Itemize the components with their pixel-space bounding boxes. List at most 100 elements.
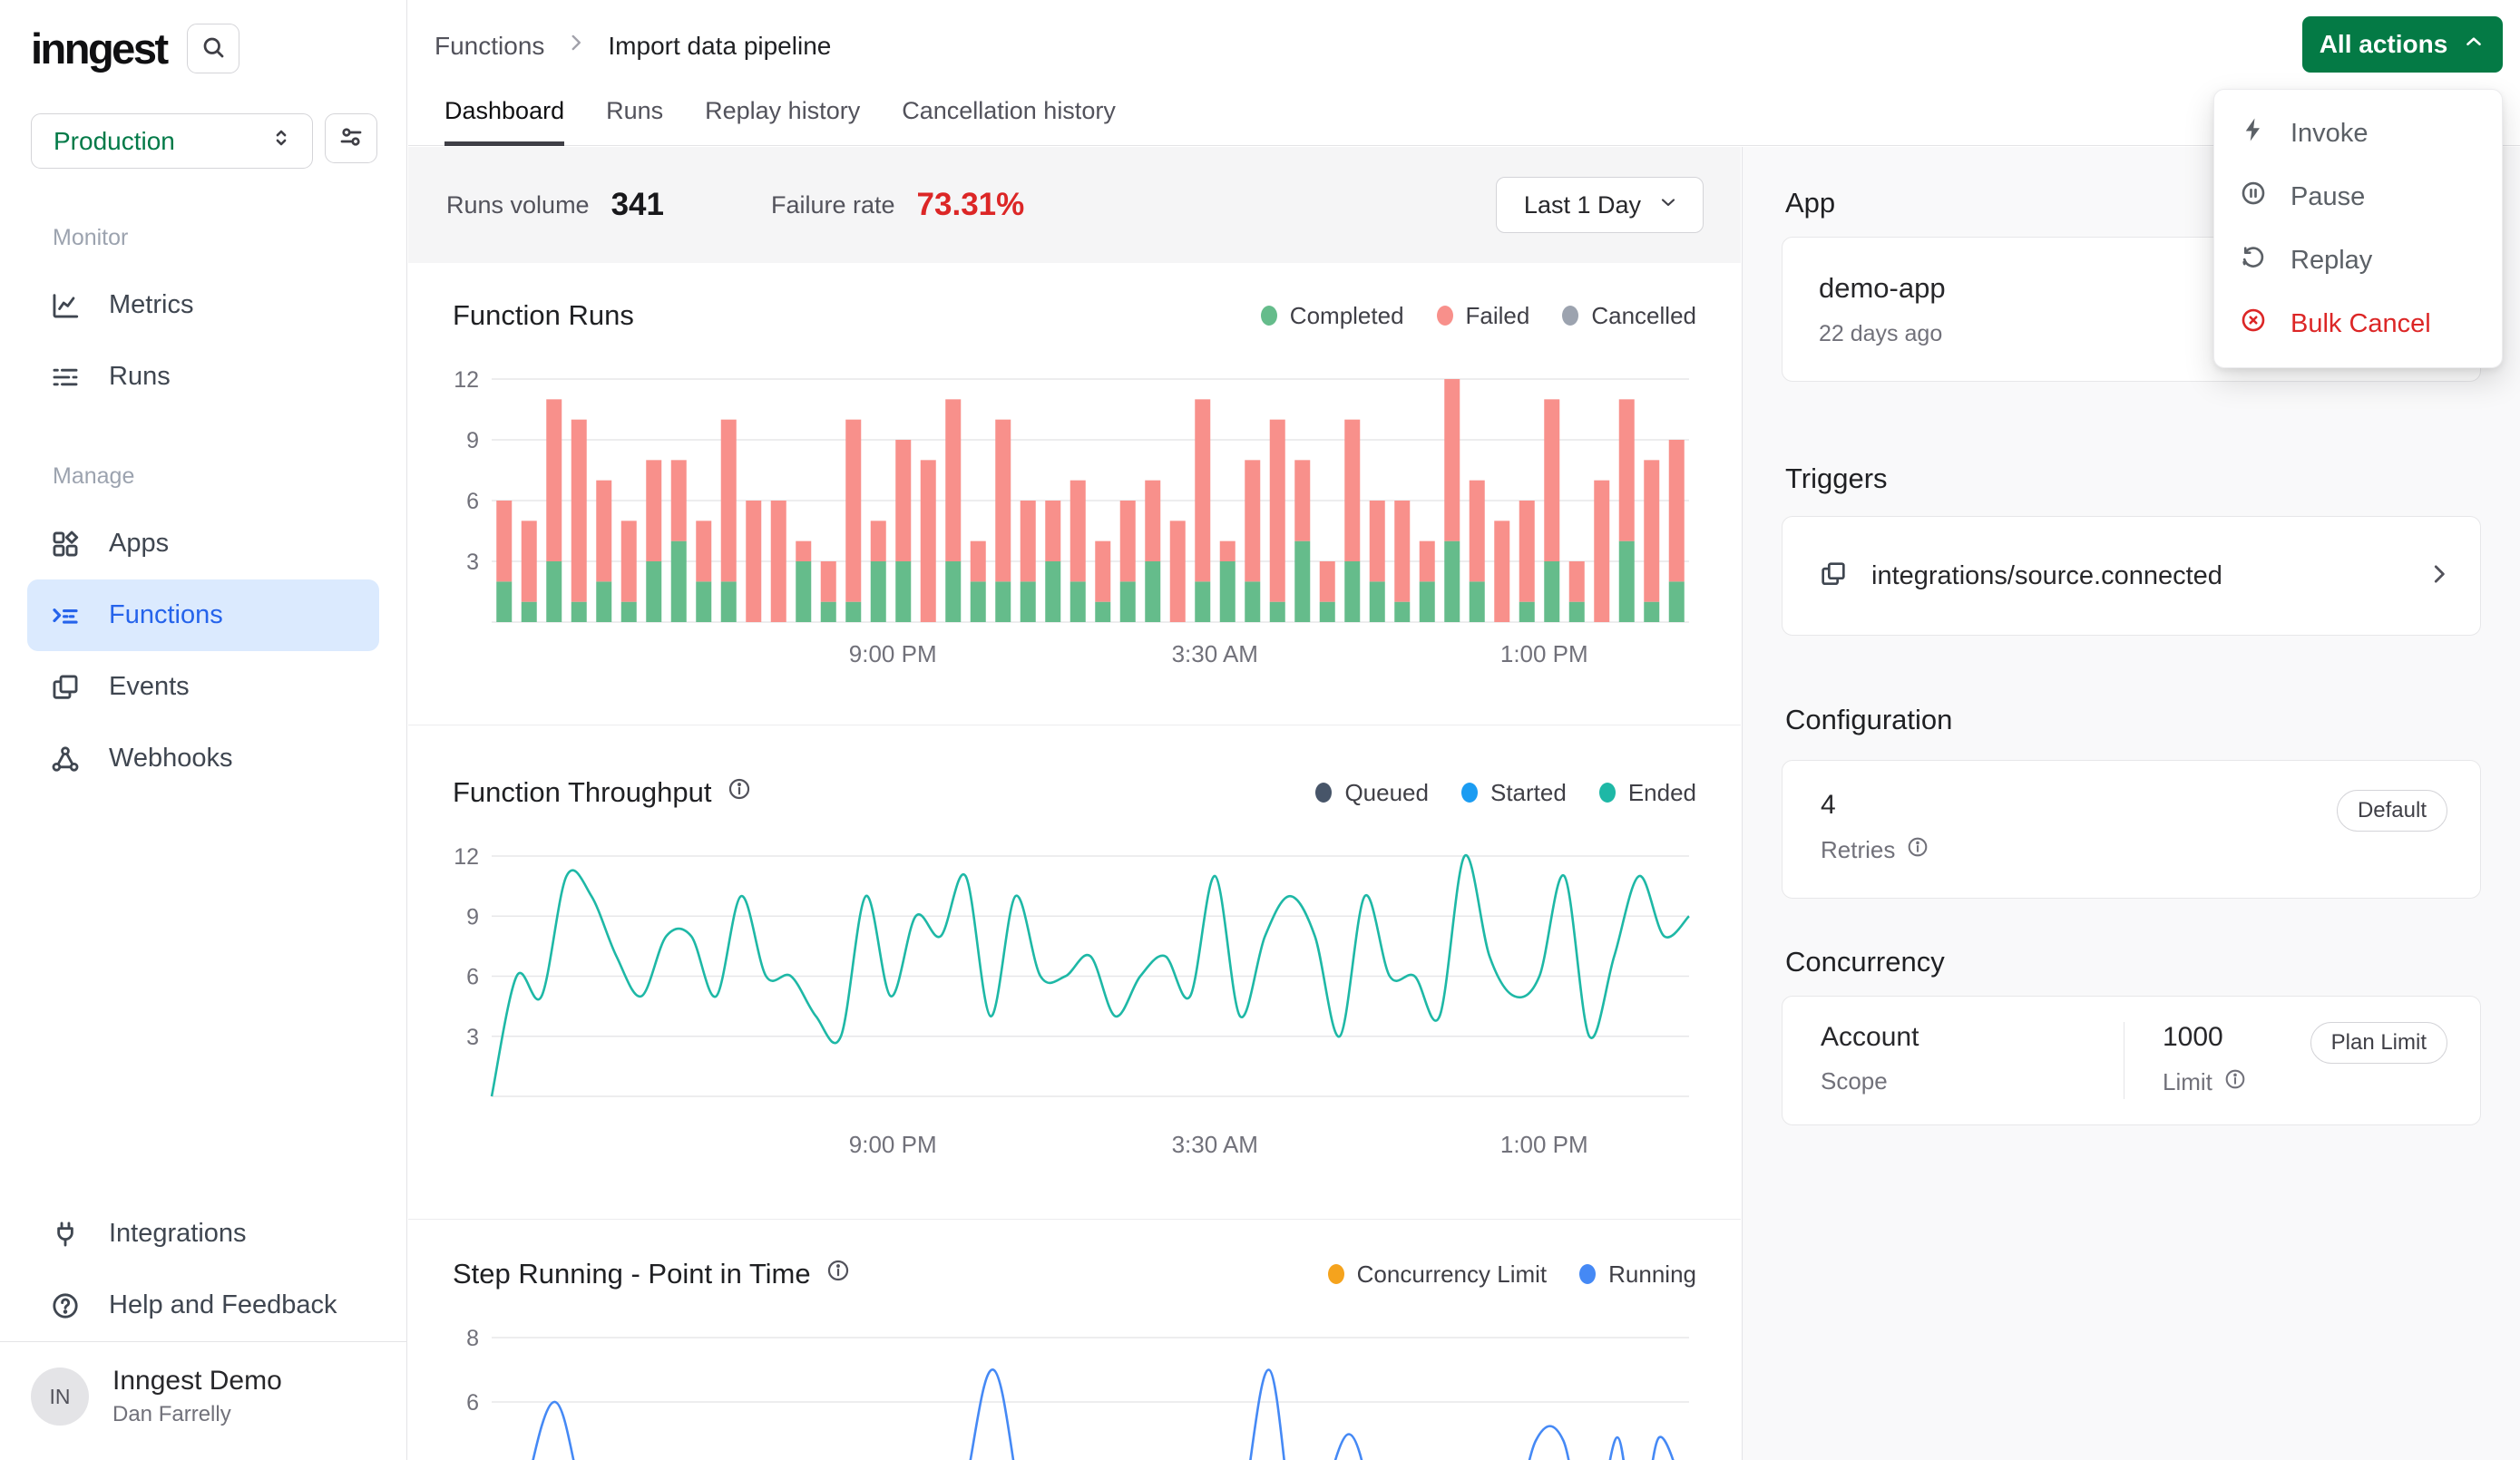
tab-replay-history[interactable]: Replay history bbox=[705, 97, 860, 145]
sidebar-item-label: Events bbox=[109, 672, 190, 702]
svg-text:9:00 PM: 9:00 PM bbox=[849, 1131, 937, 1158]
info-icon[interactable] bbox=[825, 1258, 851, 1290]
sliders-icon bbox=[337, 123, 365, 153]
sidebar-item-functions[interactable]: Functions bbox=[27, 579, 379, 651]
menu-item-invoke[interactable]: Invoke bbox=[2214, 102, 2502, 165]
svg-text:9:00 PM: 9:00 PM bbox=[849, 640, 937, 667]
lightning-icon bbox=[2240, 116, 2267, 151]
sidebar-item-integrations[interactable]: Integrations bbox=[27, 1198, 379, 1270]
legend-label: Started bbox=[1490, 779, 1567, 807]
sidebar-item-runs[interactable]: Runs bbox=[27, 341, 379, 413]
sidebar-item-label: Apps bbox=[109, 529, 169, 559]
user-menu[interactable]: IN Inngest Demo Dan Farrelly bbox=[0, 1341, 406, 1451]
info-icon[interactable] bbox=[2223, 1067, 2247, 1097]
concurrency-heading: Concurrency bbox=[1785, 946, 1945, 978]
environment-settings-button[interactable] bbox=[325, 113, 377, 163]
function-throughput-legend: Queued Started Ended bbox=[1315, 779, 1696, 807]
avatar: IN bbox=[31, 1368, 89, 1426]
legend-label: Ended bbox=[1628, 779, 1696, 807]
stats-bar: Runs volume 341 Failure rate 73.31% Last… bbox=[408, 147, 1741, 263]
function-throughput-title: Function Throughput bbox=[453, 776, 712, 809]
runs-volume-stat: Runs volume 341 bbox=[446, 187, 664, 223]
sidebar: inngest Production Monitor bbox=[0, 0, 407, 1460]
runs-list-icon bbox=[49, 361, 82, 394]
legend-dot-queued bbox=[1315, 783, 1332, 803]
menu-item-pause[interactable]: Pause bbox=[2214, 165, 2502, 229]
environment-selector[interactable]: Production bbox=[31, 113, 313, 169]
sidebar-item-apps[interactable]: Apps bbox=[27, 508, 379, 579]
apps-icon bbox=[49, 528, 82, 560]
limit-label: Limit bbox=[2163, 1068, 2212, 1096]
page-header: Functions Import data pipeline Dashboard… bbox=[408, 0, 2520, 146]
breadcrumb-current: Import data pipeline bbox=[608, 32, 831, 61]
sidebar-item-label: Help and Feedback bbox=[109, 1290, 337, 1320]
svg-text:6: 6 bbox=[466, 489, 479, 514]
pause-circle-icon bbox=[2240, 180, 2267, 214]
all-actions-label: All actions bbox=[2320, 30, 2448, 59]
app-heading: App bbox=[1785, 187, 1835, 219]
runs-volume-label: Runs volume bbox=[446, 191, 590, 219]
chevron-right-icon bbox=[2426, 560, 2453, 592]
legend-label: Cancelled bbox=[1591, 302, 1696, 330]
info-icon[interactable] bbox=[1906, 835, 1929, 865]
sidebar-item-metrics[interactable]: Metrics bbox=[27, 269, 379, 341]
legend-label: Completed bbox=[1290, 302, 1404, 330]
menu-item-replay[interactable]: Replay bbox=[2214, 229, 2502, 292]
runs-volume-value: 341 bbox=[611, 187, 664, 223]
sidebar-item-help[interactable]: Help and Feedback bbox=[27, 1270, 379, 1341]
environment-label: Production bbox=[54, 127, 175, 156]
menu-item-label: Invoke bbox=[2290, 119, 2368, 149]
nav-section-manage: Manage bbox=[0, 463, 406, 508]
step-running-chart: 86 bbox=[441, 1318, 1711, 1460]
sidebar-item-events[interactable]: Events bbox=[27, 651, 379, 723]
svg-text:3: 3 bbox=[466, 1025, 479, 1050]
tab-cancellation-history[interactable]: Cancellation history bbox=[902, 97, 1116, 145]
plug-icon bbox=[49, 1218, 82, 1251]
plan-limit-badge: Plan Limit bbox=[2310, 1022, 2447, 1064]
tab-bar: Dashboard Runs Replay history Cancellati… bbox=[444, 97, 1116, 145]
failure-rate-label: Failure rate bbox=[771, 191, 895, 219]
breadcrumb-functions[interactable]: Functions bbox=[435, 32, 544, 61]
function-runs-title: Function Runs bbox=[453, 299, 634, 332]
function-runs-chart: 369129:00 PM3:30 AM1:00 PM bbox=[441, 365, 1711, 673]
menu-item-label: Bulk Cancel bbox=[2290, 309, 2431, 339]
concurrency-card: Account Scope 1000 Limit Plan Limit bbox=[1782, 996, 2481, 1125]
svg-text:6: 6 bbox=[466, 1390, 479, 1416]
cancel-circle-icon bbox=[2240, 307, 2267, 341]
trigger-event-name: integrations/source.connected bbox=[1871, 561, 2402, 591]
events-icon bbox=[49, 671, 82, 704]
menu-item-label: Replay bbox=[2290, 246, 2372, 276]
legend-label: Queued bbox=[1344, 779, 1429, 807]
failure-rate-value: 73.31% bbox=[917, 187, 1025, 223]
svg-text:12: 12 bbox=[454, 367, 479, 393]
inngest-logo: inngest bbox=[31, 24, 167, 73]
triggers-heading: Triggers bbox=[1785, 462, 1888, 495]
sidebar-item-label: Metrics bbox=[109, 290, 193, 320]
event-icon bbox=[1819, 560, 1848, 593]
time-range-selector[interactable]: Last 1 Day bbox=[1496, 177, 1704, 233]
sidebar-nav: Monitor Metrics Runs Manage bbox=[0, 225, 406, 794]
tab-runs[interactable]: Runs bbox=[606, 97, 663, 145]
sidebar-item-label: Functions bbox=[109, 600, 223, 630]
legend-label: Concurrency Limit bbox=[1357, 1260, 1548, 1289]
svg-text:9: 9 bbox=[466, 904, 479, 930]
metrics-icon bbox=[49, 289, 82, 322]
search-button[interactable] bbox=[187, 24, 239, 73]
legend-dot-failed bbox=[1437, 306, 1453, 326]
function-throughput-chart: 369129:00 PM3:30 AM1:00 PM bbox=[441, 845, 1711, 1167]
legend-label: Running bbox=[1608, 1260, 1696, 1289]
time-range-label: Last 1 Day bbox=[1524, 191, 1641, 219]
legend-dot-cancelled bbox=[1562, 306, 1578, 326]
failure-rate-stat: Failure rate 73.31% bbox=[771, 187, 1024, 223]
sidebar-item-webhooks[interactable]: Webhooks bbox=[27, 723, 379, 794]
all-actions-button[interactable]: All actions bbox=[2302, 16, 2503, 73]
svg-text:9: 9 bbox=[466, 428, 479, 453]
legend-dot-started bbox=[1461, 783, 1478, 803]
tab-dashboard[interactable]: Dashboard bbox=[444, 97, 564, 145]
info-icon[interactable] bbox=[727, 776, 752, 809]
menu-item-bulk-cancel[interactable]: Bulk Cancel bbox=[2214, 292, 2502, 355]
configuration-heading: Configuration bbox=[1785, 704, 1952, 736]
scope-label: Scope bbox=[1821, 1067, 1888, 1095]
trigger-card[interactable]: integrations/source.connected bbox=[1782, 516, 2481, 636]
svg-text:12: 12 bbox=[454, 845, 479, 870]
